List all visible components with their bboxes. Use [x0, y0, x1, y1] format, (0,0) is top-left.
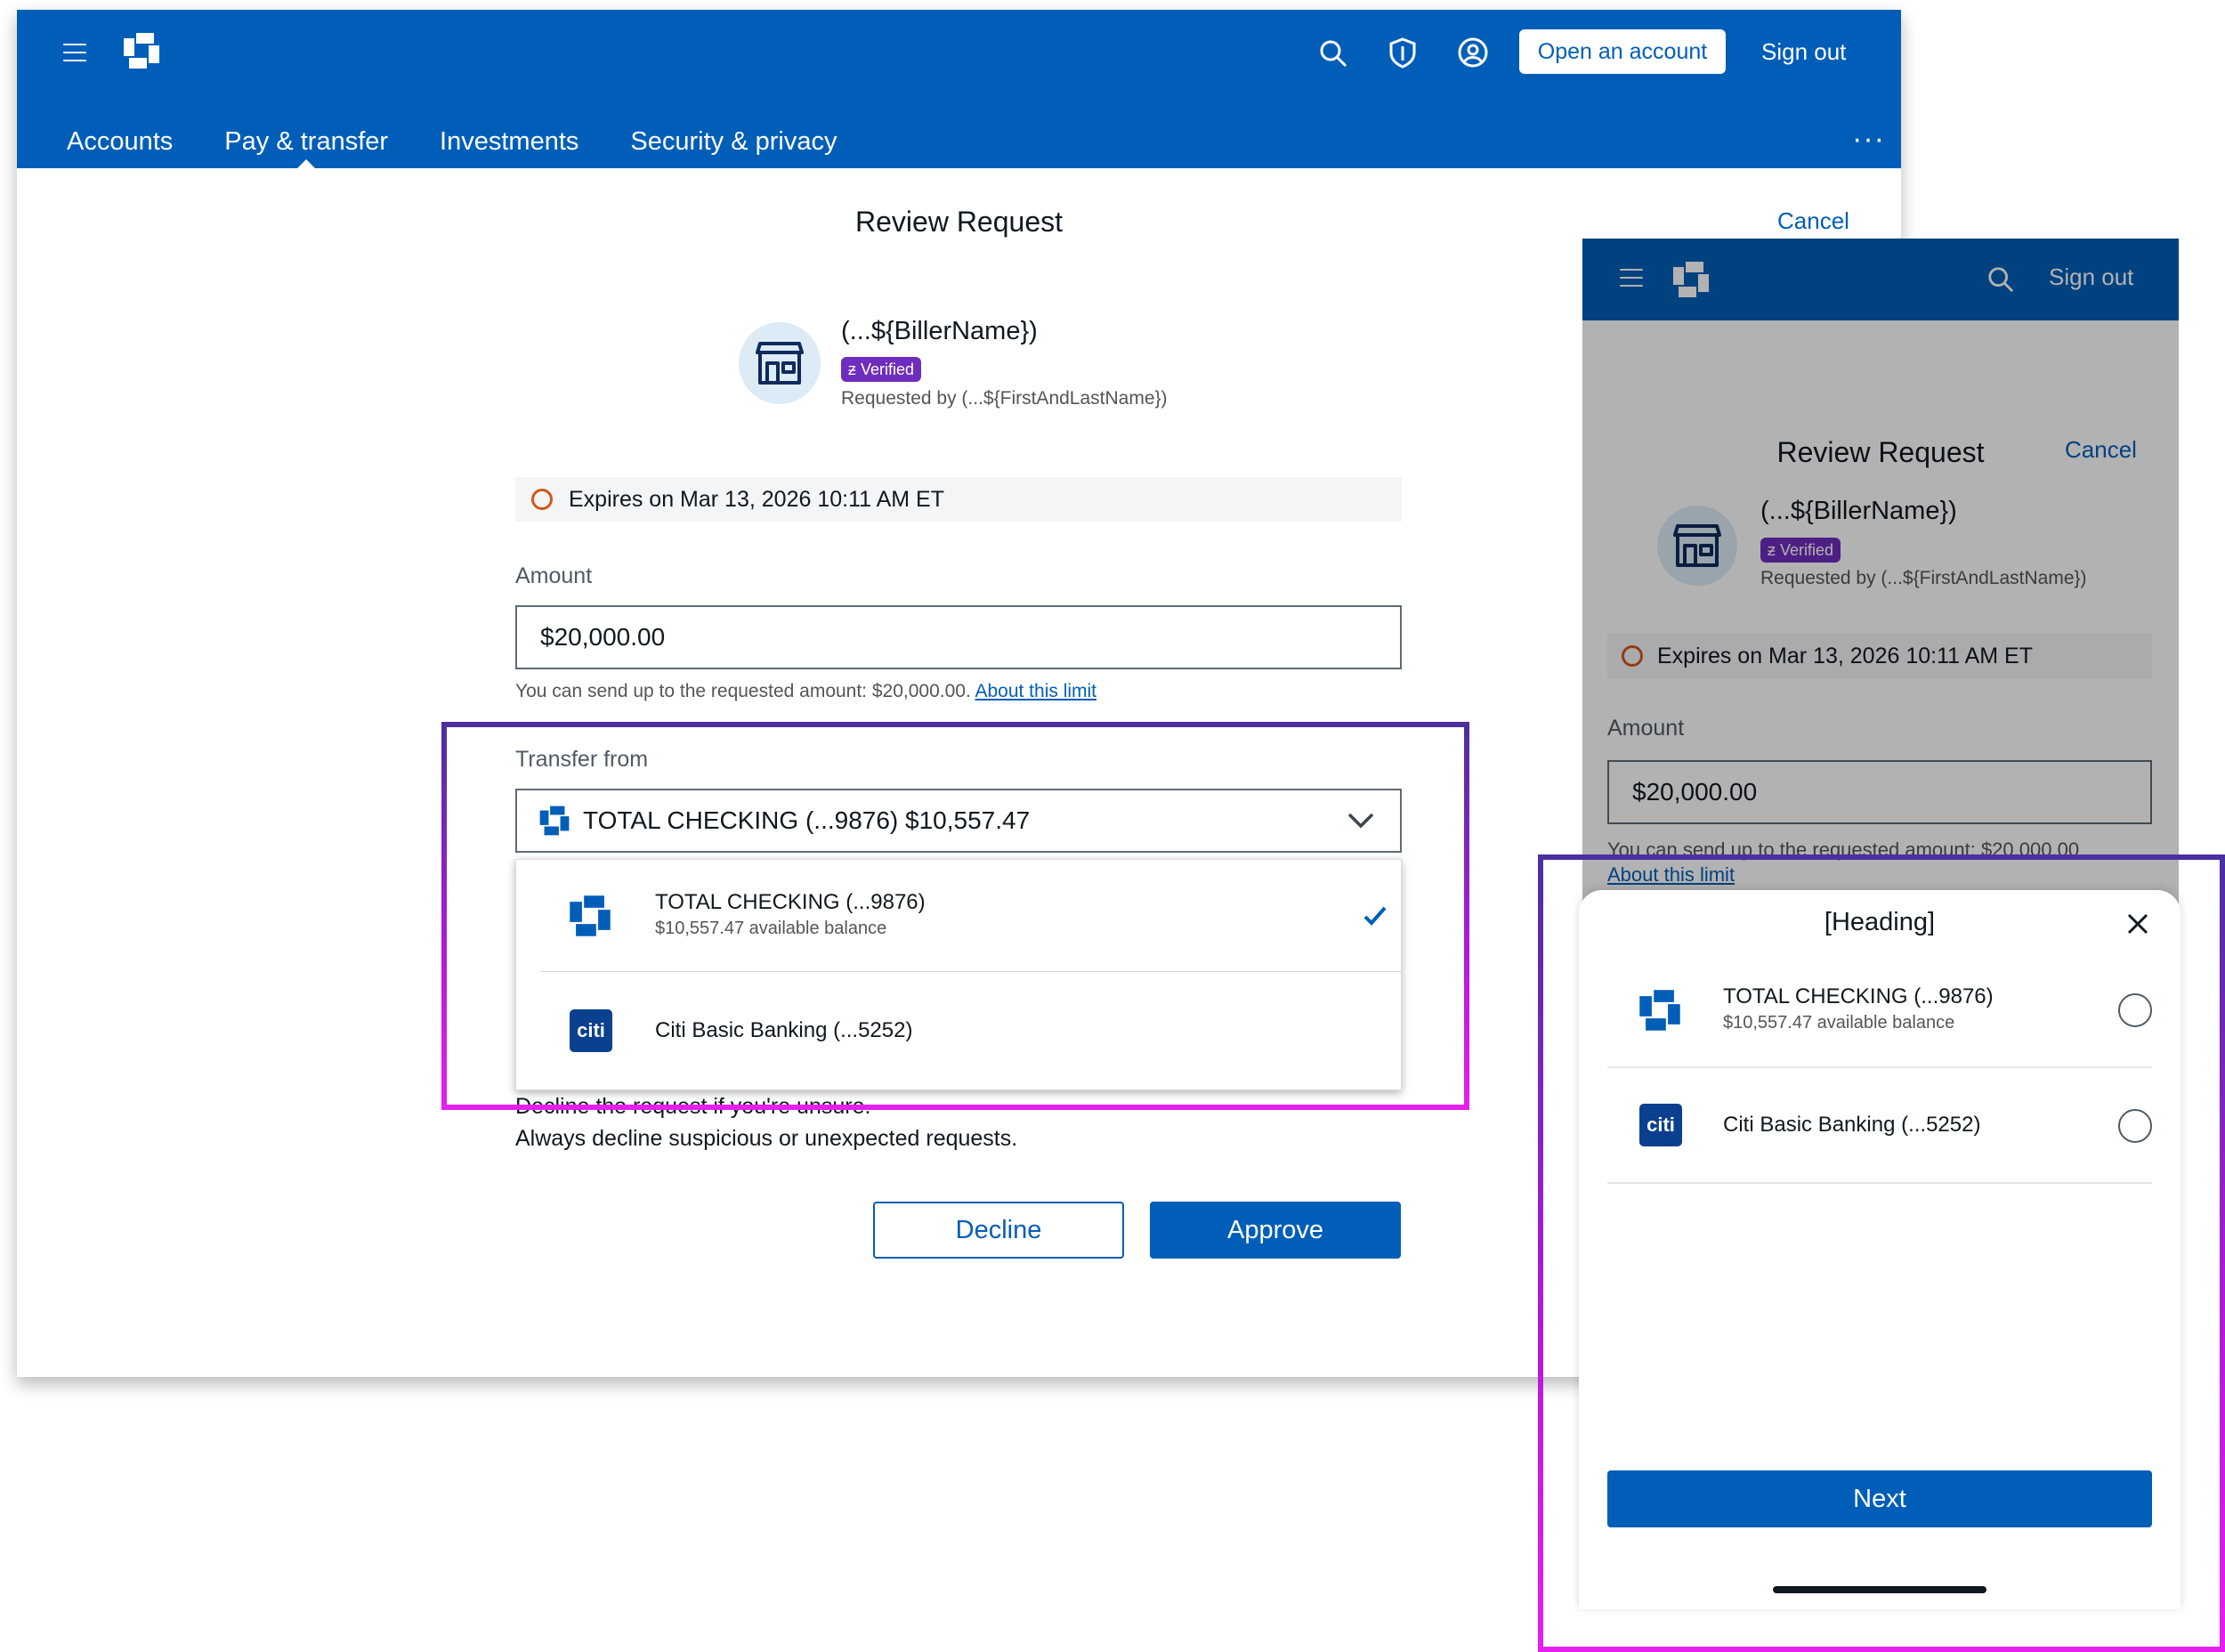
amount-value: $20,000.00	[540, 623, 666, 651]
page-title: Review Request	[855, 206, 1063, 238]
requested-by: Requested by (...${FirstAndLastName})	[841, 388, 1168, 409]
search-icon[interactable]	[1318, 38, 1348, 69]
biller-name: (...${BillerName})	[841, 317, 1038, 345]
chase-logo[interactable]	[122, 31, 161, 70]
tab-investments[interactable]: Investments	[440, 115, 578, 168]
decline-button[interactable]: Decline	[873, 1202, 1124, 1259]
verified-badge: ƶ Verified	[841, 357, 922, 382]
highlight-box	[1538, 854, 2225, 1652]
amount-input[interactable]: $20,000.00	[515, 605, 1402, 669]
expires-banner: Expires on Mar 13, 2026 10:11 AM ET	[515, 477, 1402, 522]
profile-icon[interactable]	[1457, 36, 1489, 69]
warning-body: Always decline suspicious or unexpected …	[515, 1126, 1018, 1151]
more-icon[interactable]: ···	[1852, 122, 1885, 157]
sign-out-link[interactable]: Sign out	[1761, 29, 1846, 74]
helper-text: You can send up to the requested amount:…	[515, 681, 975, 701]
clock-icon	[531, 489, 553, 510]
shield-icon[interactable]	[1388, 36, 1418, 69]
store-icon	[739, 322, 821, 404]
amount-label: Amount	[515, 563, 593, 588]
expires-text: Expires on Mar 13, 2026 10:11 AM ET	[569, 486, 944, 512]
desktop-header: Open an account Sign out Accounts Pay & …	[17, 10, 1901, 169]
amount-helper: You can send up to the requested amount:…	[515, 681, 1096, 702]
tab-accounts[interactable]: Accounts	[67, 115, 173, 168]
cancel-link[interactable]: Cancel	[1777, 207, 1849, 235]
tab-pay-transfer[interactable]: Pay & transfer	[224, 115, 388, 169]
zelle-icon: ƶ	[848, 360, 862, 378]
highlight-box	[441, 722, 1469, 1110]
approve-button[interactable]: Approve	[1150, 1202, 1401, 1259]
menu-icon[interactable]	[63, 44, 86, 61]
tab-security-privacy[interactable]: Security & privacy	[630, 115, 837, 168]
main-nav: Accounts Pay & transfer Investments Secu…	[67, 115, 888, 169]
about-limit-link[interactable]: About this limit	[975, 681, 1096, 701]
open-account-button[interactable]: Open an account	[1519, 29, 1726, 74]
verified-label: Verified	[861, 360, 915, 378]
